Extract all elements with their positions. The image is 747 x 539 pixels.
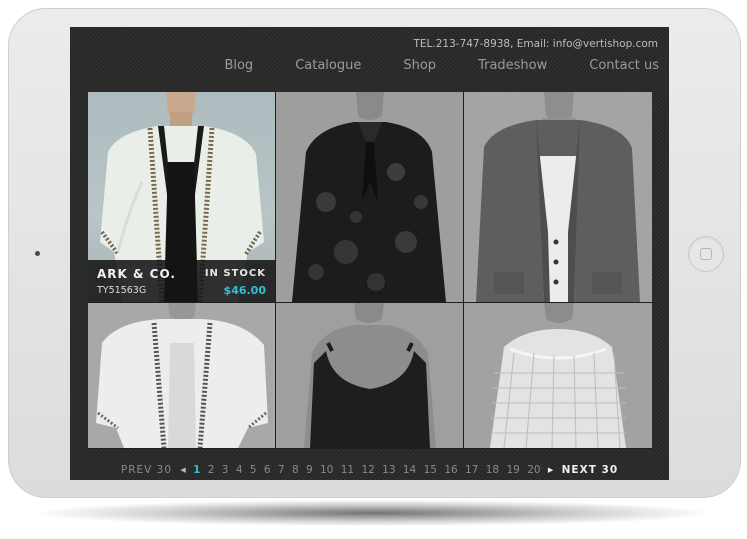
nav-contact-us[interactable]: Contact us xyxy=(589,58,659,73)
page-link[interactable]: 12 xyxy=(361,464,374,476)
page-link[interactable]: 17 xyxy=(465,464,478,476)
arrow-right-icon: ▶ xyxy=(547,466,554,474)
nav-catalogue[interactable]: Catalogue xyxy=(295,58,361,73)
page-link[interactable]: 7 xyxy=(278,464,285,476)
home-button[interactable] xyxy=(688,236,724,272)
page-link[interactable]: 2 xyxy=(208,464,215,476)
page-link[interactable]: 6 xyxy=(264,464,271,476)
product-info-overlay: ARK & CO. IN STOCK TY51563G $46.00 xyxy=(88,260,275,302)
nav-tradeshow[interactable]: Tradeshow xyxy=(478,58,547,73)
product-photo xyxy=(292,92,446,302)
page-link[interactable]: 3 xyxy=(222,464,229,476)
arrow-left-icon: ◀ xyxy=(180,466,186,474)
page-link[interactable]: 13 xyxy=(382,464,395,476)
device-shadow xyxy=(40,500,707,526)
page-link[interactable]: 15 xyxy=(424,464,437,476)
page-link[interactable]: 4 xyxy=(236,464,243,476)
prev-page-link[interactable]: PREV 30 xyxy=(121,464,172,476)
page-link[interactable]: 8 xyxy=(292,464,299,476)
page-link[interactable]: 10 xyxy=(320,464,333,476)
pagination: PREV 30 ◀ 1 2 3 4 5 6 7 8 9 10 11 12 13 … xyxy=(70,464,669,476)
product-tile[interactable] xyxy=(276,92,463,302)
product-grid: ARK & CO. IN STOCK TY51563G $46.00 xyxy=(88,92,652,449)
product-photo xyxy=(304,303,436,448)
product-tile[interactable] xyxy=(276,303,463,448)
home-square-icon xyxy=(700,248,712,260)
page-link[interactable]: 19 xyxy=(506,464,519,476)
product-photo xyxy=(476,92,640,302)
main-nav: Blog Catalogue Shop Tradeshow Contact us xyxy=(224,58,659,73)
product-tile[interactable] xyxy=(464,92,652,302)
page-link[interactable]: 14 xyxy=(403,464,416,476)
nav-shop[interactable]: Shop xyxy=(403,58,436,73)
product-brand: ARK & CO. xyxy=(97,267,176,281)
product-photo xyxy=(490,303,626,448)
page-link[interactable]: 11 xyxy=(341,464,354,476)
next-page-link[interactable]: NEXT 30 xyxy=(562,464,619,476)
page-link[interactable]: 9 xyxy=(306,464,313,476)
camera-dot xyxy=(35,251,40,256)
product-tile[interactable] xyxy=(88,303,275,448)
product-sku: TY51563G xyxy=(97,285,147,296)
website-screen: TEL.213-747-8938, Email: info@vertishop.… xyxy=(70,27,669,480)
product-tile[interactable]: ARK & CO. IN STOCK TY51563G $46.00 xyxy=(88,92,275,302)
nav-blog[interactable]: Blog xyxy=(224,58,253,73)
contact-info: TEL.213-747-8938, Email: info@vertishop.… xyxy=(413,38,659,50)
product-tile[interactable] xyxy=(464,303,652,448)
page-link-current[interactable]: 1 xyxy=(193,464,200,476)
stock-status: IN STOCK xyxy=(204,268,266,279)
product-price: $46.00 xyxy=(223,284,266,297)
page-link[interactable]: 16 xyxy=(444,464,457,476)
product-photo xyxy=(96,303,268,448)
page-link[interactable]: 18 xyxy=(486,464,499,476)
page-link[interactable]: 20 xyxy=(527,464,540,476)
page-link[interactable]: 5 xyxy=(250,464,257,476)
